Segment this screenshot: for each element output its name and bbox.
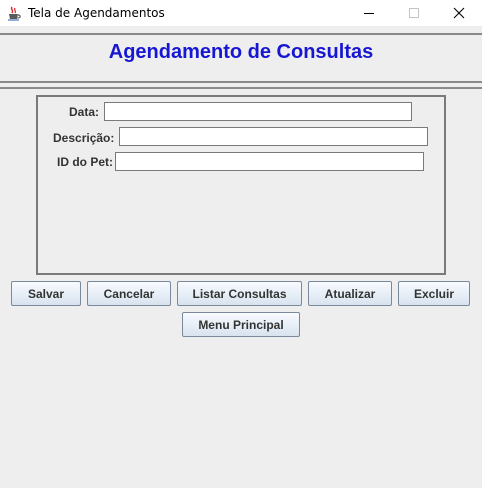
description-label: Descrição: <box>53 131 115 145</box>
list-consultations-button[interactable]: Listar Consultas <box>177 281 302 306</box>
title-bar: Tela de Agendamentos <box>0 0 482 26</box>
close-icon <box>453 7 465 19</box>
update-button[interactable]: Atualizar <box>308 281 392 306</box>
date-label: Data: <box>69 105 100 119</box>
java-cup-icon <box>8 6 21 21</box>
close-button[interactable] <box>436 0 482 26</box>
description-field[interactable] <box>119 127 428 146</box>
window-title: Tela de Agendamentos <box>28 6 165 20</box>
form-panel <box>36 95 446 275</box>
date-field[interactable] <box>104 102 412 121</box>
save-button[interactable]: Salvar <box>11 281 81 306</box>
cancel-button[interactable]: Cancelar <box>87 281 171 306</box>
header-top-border <box>0 33 482 35</box>
pet-id-label: ID do Pet: <box>57 155 113 169</box>
content-top-border <box>0 87 482 89</box>
delete-button[interactable]: Excluir <box>398 281 470 306</box>
minimize-button[interactable] <box>346 0 392 26</box>
maximize-icon <box>409 8 419 18</box>
page-title: Agendamento de Consultas <box>108 41 374 63</box>
maximize-button[interactable] <box>391 0 437 26</box>
pet-id-field[interactable] <box>115 152 424 171</box>
header-bottom-border <box>0 81 482 83</box>
minimize-icon <box>364 13 374 14</box>
main-menu-button[interactable]: Menu Principal <box>182 312 300 337</box>
